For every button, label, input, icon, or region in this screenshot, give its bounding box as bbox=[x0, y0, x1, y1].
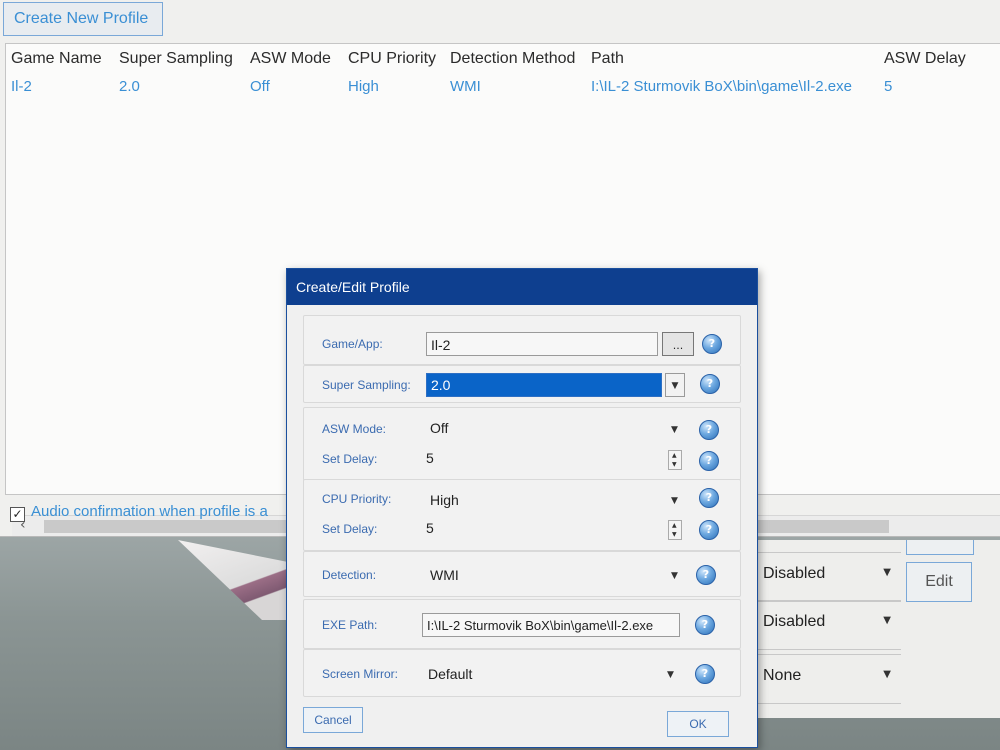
cpu-priority-label: CPU Priority: bbox=[322, 492, 392, 506]
cpu-delay-input[interactable]: 5 bbox=[426, 520, 434, 536]
exe-path-input[interactable]: I:\IL-2 Sturmovik BoX\bin\game\Il-2.exe bbox=[422, 613, 680, 637]
game-app-input[interactable]: Il-2 bbox=[426, 332, 658, 356]
chevron-down-icon[interactable]: ▼ bbox=[667, 670, 674, 680]
screen-mirror-label: Screen Mirror: bbox=[322, 667, 399, 681]
super-sampling-group: Super Sampling: 2.0 ▼ ? bbox=[303, 365, 741, 403]
screen-mirror-select[interactable]: Default bbox=[428, 666, 472, 682]
spin-up-icon[interactable]: ▲ bbox=[672, 522, 677, 529]
cpu-priority-group: CPU Priority: High ▼ ? Set Delay: 5 ▲ ▼ … bbox=[303, 479, 741, 551]
help-icon[interactable]: ? bbox=[702, 334, 722, 354]
browse-button[interactable]: ... bbox=[662, 332, 694, 356]
column-header-asw-mode[interactable]: ASW Mode bbox=[250, 50, 331, 68]
asw-group: ASW Mode: Off ▼ ? Set Delay: 5 ▲ ▼ ? bbox=[303, 407, 741, 481]
help-icon[interactable]: ? bbox=[699, 488, 719, 508]
column-header-cpu-priority[interactable]: CPU Priority bbox=[348, 50, 436, 68]
column-header-game-name[interactable]: Game Name bbox=[11, 50, 102, 68]
help-icon[interactable]: ? bbox=[696, 565, 716, 585]
super-sampling-select[interactable]: 2.0 bbox=[426, 373, 662, 397]
setting-value: None bbox=[763, 667, 802, 684]
cell-detection-method: WMI bbox=[450, 78, 481, 95]
cell-super-sampling: 2.0 bbox=[119, 78, 140, 95]
create-edit-profile-dialog: Create/Edit Profile Game/App: Il-2 ... ?… bbox=[286, 268, 758, 748]
cell-asw-delay: 5 bbox=[884, 78, 893, 95]
screen-mirror-group: Screen Mirror: Default ▼ ? bbox=[303, 649, 741, 697]
spin-up-icon[interactable]: ▲ bbox=[672, 452, 677, 459]
dialog-title: Create/Edit Profile bbox=[287, 269, 757, 305]
chevron-down-icon[interactable]: ▼ bbox=[671, 571, 678, 581]
create-new-profile-button[interactable]: Create New Profile bbox=[3, 2, 163, 36]
audio-confirmation-checkbox[interactable]: ✓ bbox=[10, 507, 25, 522]
asw-mode-select[interactable]: Off bbox=[430, 420, 448, 436]
chevron-down-icon: ▼ bbox=[883, 669, 891, 680]
asw-delay-label: Set Delay: bbox=[322, 452, 378, 466]
setting-value: Disabled bbox=[763, 565, 826, 582]
column-header-detection-method[interactable]: Detection Method bbox=[450, 50, 575, 68]
setting-dropdown[interactable]: None ▼ bbox=[749, 654, 901, 704]
profiles-list-header: Game Name Super Sampling ASW Mode CPU Pr… bbox=[6, 48, 1000, 78]
cpu-delay-label: Set Delay: bbox=[322, 522, 378, 536]
detection-select[interactable]: WMI bbox=[430, 567, 459, 583]
table-row[interactable]: Il-2 2.0 Off High WMI I:\IL-2 Sturmovik … bbox=[6, 78, 1000, 102]
help-icon[interactable]: ? bbox=[699, 420, 719, 440]
game-app-group: Game/App: Il-2 ... ? bbox=[303, 315, 741, 365]
help-icon[interactable]: ? bbox=[695, 615, 715, 635]
chevron-down-icon[interactable]: ▼ bbox=[665, 373, 685, 397]
chevron-down-icon[interactable]: ▼ bbox=[671, 496, 678, 506]
asw-delay-input[interactable]: 5 bbox=[426, 450, 434, 466]
help-icon[interactable]: ? bbox=[695, 664, 715, 684]
cancel-button[interactable]: Cancel bbox=[303, 707, 363, 733]
setting-dropdown[interactable]: Disabled ▼ bbox=[749, 600, 901, 650]
cpu-delay-spinner[interactable]: ▲ ▼ bbox=[668, 520, 682, 540]
cpu-priority-select[interactable]: High bbox=[430, 492, 459, 508]
audio-confirmation-label: Audio confirmation when profile is a bbox=[31, 503, 268, 520]
super-sampling-label: Super Sampling: bbox=[322, 378, 411, 392]
cell-path: I:\IL-2 Sturmovik BoX\bin\game\Il-2.exe bbox=[591, 78, 852, 95]
cell-cpu-priority: High bbox=[348, 78, 379, 95]
column-header-path[interactable]: Path bbox=[591, 50, 624, 68]
cell-asw-mode: Off bbox=[250, 78, 270, 95]
game-app-label: Game/App: bbox=[322, 337, 383, 351]
column-header-super-sampling[interactable]: Super Sampling bbox=[119, 50, 233, 68]
column-header-asw-delay[interactable]: ASW Delay bbox=[884, 50, 966, 68]
help-icon[interactable]: ? bbox=[699, 451, 719, 471]
exe-path-label: EXE Path: bbox=[322, 618, 378, 632]
button-edge bbox=[906, 540, 974, 555]
detection-group: Detection: WMI ▼ ? bbox=[303, 551, 741, 597]
chevron-down-icon: ▼ bbox=[883, 567, 891, 578]
chevron-down-icon: ▼ bbox=[883, 615, 891, 626]
asw-mode-label: ASW Mode: bbox=[322, 422, 387, 436]
exe-path-group: EXE Path: I:\IL-2 Sturmovik BoX\bin\game… bbox=[303, 599, 741, 649]
audio-confirmation-option[interactable]: ✓ Audio confirmation when profile is a bbox=[10, 503, 268, 525]
setting-dropdown[interactable]: Disabled ▼ bbox=[749, 552, 901, 602]
chevron-down-icon[interactable]: ▼ bbox=[671, 425, 678, 435]
detection-label: Detection: bbox=[322, 568, 377, 582]
ok-button[interactable]: OK bbox=[667, 711, 729, 737]
spin-down-icon[interactable]: ▼ bbox=[672, 531, 677, 538]
help-icon[interactable]: ? bbox=[700, 374, 720, 394]
edit-button[interactable]: Edit bbox=[906, 562, 972, 602]
help-icon[interactable]: ? bbox=[699, 520, 719, 540]
spin-down-icon[interactable]: ▼ bbox=[672, 461, 677, 468]
cell-game-name: Il-2 bbox=[11, 78, 32, 95]
asw-delay-spinner[interactable]: ▲ ▼ bbox=[668, 450, 682, 470]
setting-value: Disabled bbox=[763, 613, 826, 630]
